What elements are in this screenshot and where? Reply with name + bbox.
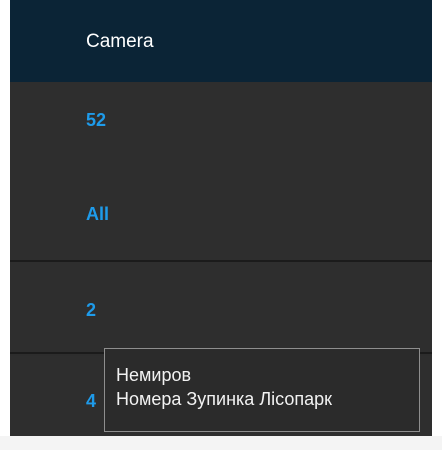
camera-row-2[interactable]: All [10, 170, 432, 262]
camera-row-label: 4 [86, 391, 97, 411]
camera-row-label: 2 [86, 300, 97, 320]
camera-column-header[interactable]: Camera [10, 0, 432, 82]
camera-row-3[interactable]: 2 [10, 262, 432, 354]
camera-header-label: Camera [86, 31, 154, 52]
camera-row-1[interactable]: 52 [10, 82, 432, 174]
camera-row-label: All [86, 204, 110, 224]
camera-tooltip: Немиров Номера Зупинка Лісопарк [104, 348, 420, 432]
tooltip-line-city: Немиров [116, 365, 192, 385]
tooltip-line-location: Номера Зупинка Лісопарк [116, 389, 332, 409]
camera-row-label: 52 [86, 110, 107, 130]
bottom-edge [0, 436, 442, 450]
